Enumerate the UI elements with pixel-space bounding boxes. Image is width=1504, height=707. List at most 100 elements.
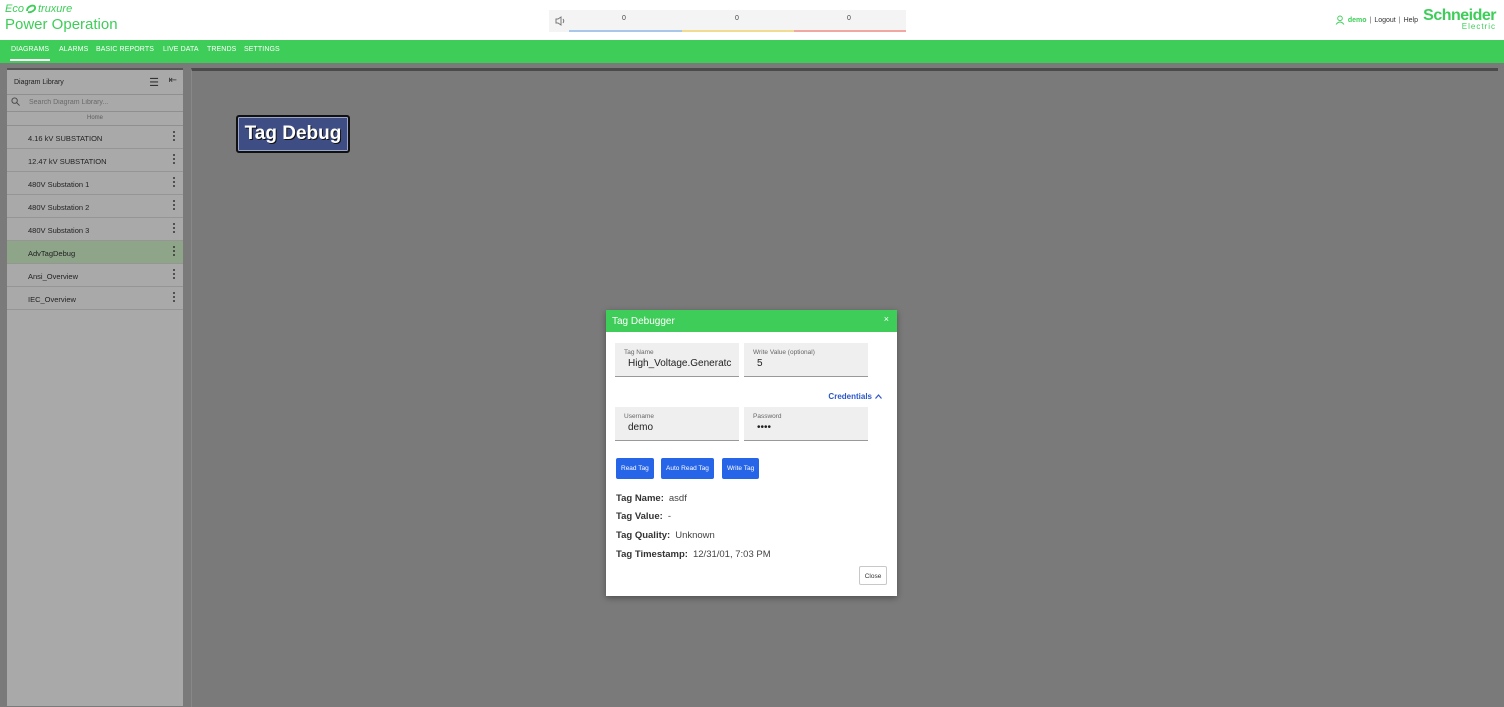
- more-options-icon[interactable]: [172, 177, 176, 187]
- write-value-field[interactable]: Write Value (optional): [744, 343, 868, 377]
- dialog-title: Tag Debugger: [612, 316, 675, 327]
- tag-name-label: Tag Name: [624, 349, 654, 356]
- read-tag-button[interactable]: Read Tag: [616, 458, 654, 479]
- more-options-icon[interactable]: [172, 292, 176, 302]
- sidebar-item-ansi-overview[interactable]: Ansi_Overview: [7, 264, 183, 287]
- result-tag-timestamp-value: 12/31/01, 7:03 PM: [692, 549, 771, 560]
- sidebar-item-advtagdebug[interactable]: AdvTagDebug: [7, 241, 183, 264]
- sidebar-item-480v-substation-1[interactable]: 480V Substation 1: [7, 172, 183, 195]
- user-menu: demo | Logout | Help: [1335, 15, 1418, 25]
- main-nav: DIAGRAMS ALARMS BASIC REPORTS LIVE DATA …: [0, 40, 1504, 63]
- write-tag-button[interactable]: Write Tag: [722, 458, 760, 479]
- search-diagram-library-input[interactable]: [29, 97, 169, 108]
- more-options-icon[interactable]: [172, 131, 176, 141]
- logo-line-2: Electric: [1461, 22, 1496, 31]
- result-tag-value-value: -: [667, 511, 671, 522]
- ecostruxure-swirl-icon: [26, 4, 36, 14]
- sidebar-header: Diagram Library ☰ ⇤: [7, 70, 183, 95]
- alarm-count-high[interactable]: 0: [847, 15, 851, 22]
- sidebar-item-label: 4.16 kV SUBSTATION: [28, 134, 103, 143]
- sidebar-item-12-47kv-substation[interactable]: 12.47 kV SUBSTATION: [7, 149, 183, 172]
- password-label: Password: [753, 413, 782, 420]
- sidebar-search: [7, 95, 183, 112]
- more-options-icon[interactable]: [172, 269, 176, 279]
- sidebar-item-label: 480V Substation 3: [28, 226, 90, 235]
- write-value-label: Write Value (optional): [753, 349, 815, 356]
- brand-eco: Eco: [5, 3, 24, 15]
- search-icon: [11, 97, 20, 106]
- alarm-high-line: [794, 30, 906, 32]
- result-tag-quality: Tag Quality: Unknown: [616, 530, 715, 541]
- result-tag-name-label: Tag Name:: [616, 493, 664, 504]
- sidebar-item-4-16kv-substation[interactable]: 4.16 kV SUBSTATION: [7, 126, 183, 149]
- result-tag-value: Tag Value: -: [616, 511, 671, 522]
- help-link[interactable]: Help: [1404, 17, 1418, 24]
- logo-line-1: Schneider: [1423, 7, 1496, 24]
- close-button[interactable]: Close: [859, 566, 887, 585]
- nav-basic-reports[interactable]: BASIC REPORTS: [96, 46, 154, 53]
- nav-diagrams[interactable]: DIAGRAMS: [9, 46, 51, 61]
- brand-truxure: truxure: [37, 3, 73, 15]
- result-tag-quality-value: Unknown: [675, 530, 715, 541]
- sidebar-title: Diagram Library: [14, 79, 64, 86]
- alarm-count-medium[interactable]: 0: [735, 15, 739, 22]
- product-name: Power Operation: [5, 16, 118, 33]
- alarm-summary-bar[interactable]: 0 0 0: [549, 10, 906, 32]
- separator: |: [1398, 16, 1401, 24]
- tag-debug-button[interactable]: Tag Debug: [236, 115, 350, 153]
- sidebar-item-iec-overview[interactable]: IEC_Overview: [7, 287, 183, 310]
- sidebar-item-label: 480V Substation 1: [28, 180, 90, 189]
- tag-name-input[interactable]: [628, 357, 736, 369]
- alarm-medium-line: [682, 30, 794, 32]
- sidebar-item-480v-substation-3[interactable]: 480V Substation 3: [7, 218, 183, 241]
- more-options-icon[interactable]: [172, 246, 176, 256]
- close-icon[interactable]: ×: [884, 314, 889, 324]
- sidebar-item-label: AdvTagDebug: [28, 249, 76, 258]
- result-tag-quality-label: Tag Quality:: [616, 530, 671, 541]
- more-options-icon[interactable]: [172, 154, 176, 164]
- tag-debugger-dialog: Tag Debugger × Tag Name Write Value (opt…: [606, 310, 897, 596]
- result-tag-name-value: asdf: [668, 493, 687, 504]
- sidebar-item-label: IEC_Overview: [28, 295, 76, 304]
- collapse-panel-icon[interactable]: ⇤: [169, 75, 177, 86]
- top-header: Eco truxure Power Operation 0 0 0 demo |…: [0, 0, 1504, 40]
- credentials-toggle[interactable]: Credentials: [828, 392, 882, 401]
- nav-settings[interactable]: SETTINGS: [244, 46, 280, 53]
- alarm-count-low[interactable]: 0: [622, 15, 626, 22]
- more-options-icon[interactable]: [172, 223, 176, 233]
- sidebar-item-label: Ansi_Overview: [28, 272, 79, 281]
- more-options-icon[interactable]: [172, 200, 176, 210]
- result-tag-value-label: Tag Value:: [616, 511, 663, 522]
- username-field[interactable]: Username: [615, 407, 739, 441]
- nav-alarms[interactable]: ALARMS: [59, 46, 88, 53]
- sidebar-item-label: 480V Substation 2: [28, 203, 90, 212]
- username-label: Username: [624, 413, 654, 420]
- sidebar-item-480v-substation-2[interactable]: 480V Substation 2: [7, 195, 183, 218]
- result-tag-timestamp-label: Tag Timestamp:: [616, 549, 688, 560]
- ecostruxure-logo: Eco truxure Power Operation: [5, 3, 118, 35]
- nav-trends[interactable]: TRENDS: [207, 46, 236, 53]
- breadcrumb-home[interactable]: Home: [7, 112, 183, 126]
- credentials-label: Credentials: [828, 392, 872, 401]
- tag-name-field[interactable]: Tag Name: [615, 343, 739, 377]
- speaker-icon[interactable]: [553, 14, 567, 28]
- password-field[interactable]: Password: [744, 407, 868, 441]
- dialog-header: Tag Debugger ×: [606, 310, 897, 332]
- write-value-input[interactable]: [757, 357, 865, 369]
- username-link[interactable]: demo: [1348, 17, 1367, 24]
- nav-live-data[interactable]: LIVE DATA: [163, 46, 199, 53]
- chevron-up-icon: [875, 394, 882, 399]
- diagram-library-panel: Diagram Library ☰ ⇤ Home 4.16 kV SUBSTAT…: [7, 68, 183, 706]
- separator: |: [1369, 16, 1372, 24]
- result-tag-timestamp: Tag Timestamp: 12/31/01, 7:03 PM: [616, 549, 771, 560]
- sidebar-item-label: 12.47 kV SUBSTATION: [28, 157, 107, 166]
- alarm-low-line: [569, 30, 682, 32]
- menu-icon[interactable]: ☰: [149, 76, 159, 89]
- schneider-electric-logo: Schneider Electric: [1423, 7, 1496, 31]
- user-icon: [1335, 15, 1345, 25]
- result-tag-name: Tag Name: asdf: [616, 493, 687, 504]
- password-input[interactable]: [757, 421, 865, 433]
- auto-read-tag-button[interactable]: Auto Read Tag: [661, 458, 714, 479]
- logout-link[interactable]: Logout: [1374, 17, 1395, 24]
- username-input[interactable]: [628, 421, 736, 433]
